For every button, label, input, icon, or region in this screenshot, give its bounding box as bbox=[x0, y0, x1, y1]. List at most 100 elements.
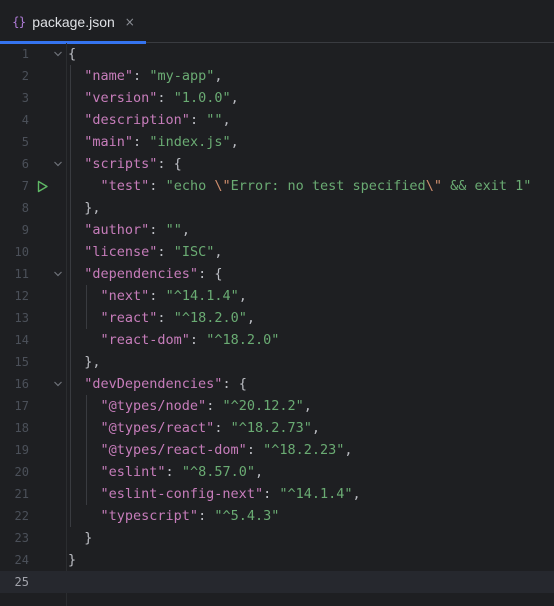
punctuation: , bbox=[311, 420, 320, 436]
code-line[interactable]: 22 "typescript": "^5.4.3" bbox=[0, 505, 554, 527]
json-string: "index.js" bbox=[149, 134, 231, 150]
code-text: "devDependencies": { bbox=[68, 373, 247, 395]
json-string: "^18.2.23" bbox=[263, 442, 345, 458]
json-key: "typescript" bbox=[100, 508, 199, 524]
line-number: 23 bbox=[14, 531, 29, 545]
code-text: "eslint-config-next": "^14.1.4", bbox=[68, 483, 361, 505]
json-string: "^14.1.4" bbox=[279, 486, 353, 502]
code-line[interactable]: 16 "devDependencies": { bbox=[0, 373, 554, 395]
line-number: 5 bbox=[21, 135, 29, 149]
code-line[interactable]: 24} bbox=[0, 549, 554, 571]
code-text: }, bbox=[68, 197, 100, 219]
code-line[interactable]: 6 "scripts": { bbox=[0, 153, 554, 175]
escape-sequence: \" bbox=[425, 178, 442, 194]
line-number: 21 bbox=[14, 487, 29, 501]
punctuation: : bbox=[149, 222, 166, 238]
line-number: 7 bbox=[21, 179, 29, 193]
code-line[interactable]: 23 } bbox=[0, 527, 554, 549]
punctuation: : bbox=[263, 486, 280, 502]
code-text: "author": "", bbox=[68, 219, 190, 241]
punctuation: : { bbox=[198, 266, 223, 282]
punctuation: } bbox=[68, 530, 93, 546]
code-line[interactable]: 12 "next": "^14.1.4", bbox=[0, 285, 554, 307]
json-string: "my-app" bbox=[149, 68, 215, 84]
fold-chevron-icon[interactable] bbox=[51, 153, 65, 175]
code-text: "license": "ISC", bbox=[68, 241, 222, 263]
code-line[interactable]: 2 "name": "my-app", bbox=[0, 65, 554, 87]
code-text: }, bbox=[68, 351, 101, 373]
json-key: "react" bbox=[100, 310, 158, 326]
code-text: "test": "echo \"Error: no test specified… bbox=[68, 175, 532, 197]
code-line[interactable]: 5 "main": "index.js", bbox=[0, 131, 554, 153]
punctuation: , bbox=[303, 398, 312, 414]
code-text: "react-dom": "^18.2.0" bbox=[68, 329, 280, 351]
punctuation: : bbox=[133, 134, 150, 150]
close-icon[interactable]: × bbox=[125, 15, 135, 29]
punctuation bbox=[68, 310, 101, 326]
code-line[interactable]: 25 bbox=[0, 571, 554, 593]
code-line[interactable]: 19 "@types/react-dom": "^18.2.23", bbox=[0, 439, 554, 461]
line-number: 13 bbox=[14, 311, 29, 325]
code-line[interactable]: 17 "@types/node": "^20.12.2", bbox=[0, 395, 554, 417]
escape-sequence: \" bbox=[214, 178, 231, 194]
code-line[interactable]: 11 "dependencies": { bbox=[0, 263, 554, 285]
code-text: "@types/react-dom": "^18.2.23", bbox=[68, 439, 353, 461]
json-string: "^18.2.0" bbox=[173, 310, 247, 326]
punctuation: : bbox=[157, 90, 174, 106]
code-text: "react": "^18.2.0", bbox=[68, 307, 255, 329]
code-text: "eslint": "^8.57.0", bbox=[68, 461, 264, 483]
fold-chevron-icon[interactable] bbox=[51, 263, 65, 285]
json-string: "echo bbox=[165, 178, 215, 194]
code-line[interactable]: 9 "author": "", bbox=[0, 219, 554, 241]
json-key: "version" bbox=[84, 90, 158, 106]
punctuation: : bbox=[165, 464, 182, 480]
punctuation: : bbox=[149, 288, 166, 304]
code-line[interactable]: 10 "license": "ISC", bbox=[0, 241, 554, 263]
code-line[interactable]: 13 "react": "^18.2.0", bbox=[0, 307, 554, 329]
json-key: "description" bbox=[84, 112, 190, 128]
punctuation: , bbox=[214, 68, 223, 84]
json-key: "eslint-config-next" bbox=[100, 486, 264, 502]
line-number: 18 bbox=[14, 421, 29, 435]
code-line[interactable]: 14 "react-dom": "^18.2.0" bbox=[0, 329, 554, 351]
json-string: "" bbox=[206, 112, 223, 128]
json-key: "react-dom" bbox=[100, 332, 190, 348]
code-text: "main": "index.js", bbox=[68, 131, 238, 153]
line-number: 25 bbox=[14, 575, 29, 589]
punctuation: , bbox=[230, 90, 239, 106]
json-key: "author" bbox=[84, 222, 150, 238]
punctuation: : bbox=[189, 332, 207, 348]
json-string: "" bbox=[165, 222, 182, 238]
code-line[interactable]: 4 "description": "", bbox=[0, 109, 554, 131]
json-key: "@types/react" bbox=[100, 420, 215, 436]
code-text: } bbox=[68, 527, 92, 549]
code-line[interactable]: 18 "@types/react": "^18.2.73", bbox=[0, 417, 554, 439]
code-line[interactable]: 15 }, bbox=[0, 351, 554, 373]
json-string: "^8.57.0" bbox=[181, 464, 255, 480]
code-line[interactable]: 20 "eslint": "^8.57.0", bbox=[0, 461, 554, 483]
line-number: 20 bbox=[14, 465, 29, 479]
punctuation: : { bbox=[222, 376, 247, 392]
code-text: "dependencies": { bbox=[68, 263, 222, 285]
punctuation: }, bbox=[68, 354, 101, 370]
indent-guide bbox=[70, 65, 71, 527]
code-line[interactable]: 8 }, bbox=[0, 197, 554, 219]
code-line[interactable]: 7 "test": "echo \"Error: no test specifi… bbox=[0, 175, 554, 197]
code-text: "version": "1.0.0", bbox=[68, 87, 239, 109]
punctuation: : bbox=[157, 244, 174, 260]
code-text: "typescript": "^5.4.3" bbox=[68, 505, 280, 527]
run-script-icon[interactable] bbox=[36, 180, 49, 193]
tab-package-json[interactable]: {} package.json × bbox=[0, 0, 146, 44]
code-editor[interactable]: 1{2 "name": "my-app", 3 "version": "1.0.0… bbox=[0, 43, 554, 606]
line-number: 9 bbox=[21, 223, 29, 237]
code-line[interactable]: 1{ bbox=[0, 43, 554, 65]
punctuation: , bbox=[246, 310, 255, 326]
punctuation bbox=[68, 508, 101, 524]
code-line[interactable]: 3 "version": "1.0.0", bbox=[0, 87, 554, 109]
punctuation: : bbox=[214, 420, 231, 436]
line-number: 2 bbox=[21, 69, 29, 83]
code-line[interactable]: 21 "eslint-config-next": "^14.1.4", bbox=[0, 483, 554, 505]
line-number: 16 bbox=[14, 377, 29, 391]
fold-chevron-icon[interactable] bbox=[51, 373, 65, 395]
fold-chevron-icon[interactable] bbox=[51, 43, 65, 65]
